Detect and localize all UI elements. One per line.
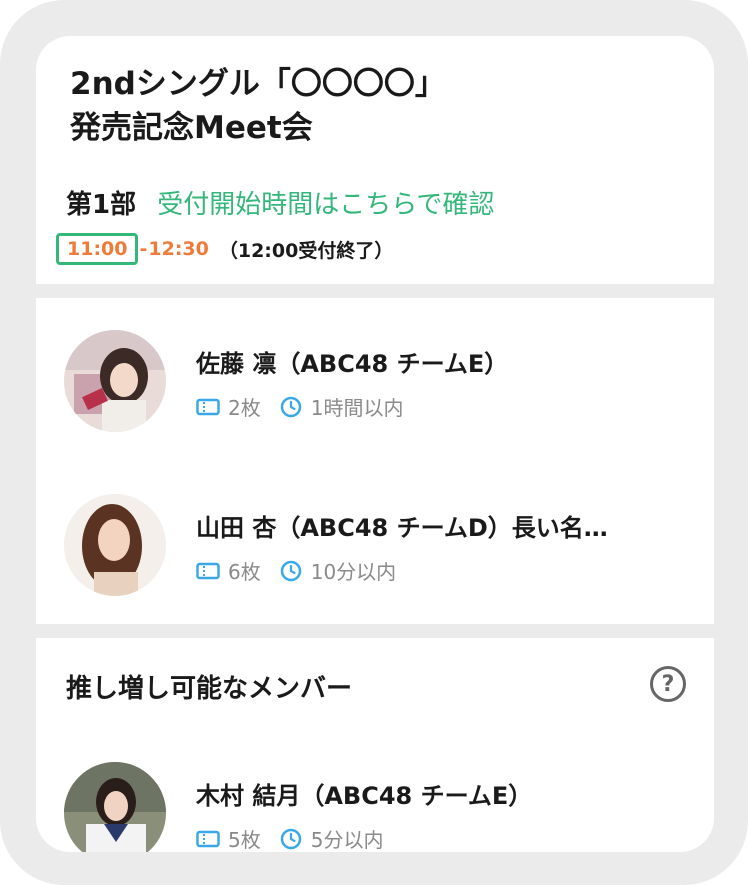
time-start: 11:00	[56, 233, 139, 265]
boost-section-title: 推し増し可能なメンバー	[66, 674, 353, 704]
ticket-count: 2枚	[228, 396, 261, 420]
reception-time-link[interactable]: 受付開始時間はこちらで確認	[157, 190, 494, 220]
boost-members-card: 推し増し可能なメンバー ? 木村 結月（ABC48 チームE） 5枚 5分以内	[36, 638, 714, 852]
avatar	[64, 494, 166, 596]
session-label: 第1部	[66, 190, 137, 220]
time-end: 12:30	[148, 238, 209, 260]
member-meta: 6枚 10分以内	[196, 556, 396, 585]
clock-icon	[279, 828, 303, 850]
time-separator: -	[139, 238, 148, 260]
member-meta: 2枚 1時間以内	[196, 392, 403, 421]
event-card: 2ndシングル「〇〇〇〇」 発売記念Meet会 第1部 受付開始時間はこちらで確…	[36, 36, 714, 284]
member-item[interactable]: 木村 結月（ABC48 チームE） 5枚 5分以内	[64, 762, 704, 852]
clock-icon	[279, 396, 303, 418]
event-title: 2ndシングル「〇〇〇〇」 発売記念Meet会	[70, 62, 446, 150]
member-name: 佐藤 凛（ABC48 チームE）	[196, 350, 509, 378]
event-title-line1: 2ndシングル「〇〇〇〇」	[70, 66, 446, 102]
wait-time: 1時間以内	[310, 396, 404, 420]
ticket-count: 5枚	[228, 828, 261, 852]
time-note: （12:00受付終了）	[218, 239, 394, 262]
ticket-icon	[196, 560, 220, 582]
clock-icon	[279, 560, 303, 582]
ticket-icon	[196, 828, 220, 850]
avatar	[64, 762, 166, 852]
wait-time: 5分以内	[310, 828, 384, 852]
member-name: 山田 杏（ABC48 チームD）長い名…	[196, 514, 608, 542]
session-row: 第1部 受付開始時間はこちらで確認	[66, 184, 494, 221]
ticket-icon	[196, 396, 220, 418]
session-time: 11:00 - 12:30 （12:00受付終了）	[56, 231, 393, 267]
member-meta: 5枚 5分以内	[196, 824, 383, 852]
event-title-line2: 発売記念Meet会	[70, 110, 313, 146]
ticket-count: 6枚	[228, 560, 261, 584]
members-card: 佐藤 凛（ABC48 チームE） 2枚 1時間以内 山田 杏（ABC48 チーム…	[36, 298, 714, 624]
avatar	[64, 330, 166, 432]
member-item[interactable]: 山田 杏（ABC48 チームD）長い名… 6枚 10分以内	[64, 494, 704, 604]
member-name: 木村 結月（ABC48 チームE）	[196, 782, 533, 810]
help-icon[interactable]: ?	[650, 666, 686, 702]
member-item[interactable]: 佐藤 凛（ABC48 チームE） 2枚 1時間以内	[64, 330, 704, 440]
app-frame: 2ndシングル「〇〇〇〇」 発売記念Meet会 第1部 受付開始時間はこちらで確…	[0, 0, 748, 885]
wait-time: 10分以内	[310, 560, 397, 584]
